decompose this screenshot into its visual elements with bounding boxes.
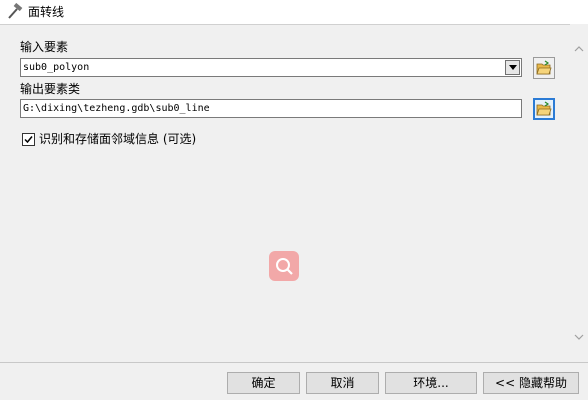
input-features-value: sub0_polyon [23,62,90,73]
chevron-down-icon [509,65,517,70]
output-feature-class-browse-button[interactable] [533,98,555,120]
input-features-label: 输入要素 [20,40,69,54]
input-features-browse-button[interactable] [533,57,555,79]
input-features-dropdown-button[interactable] [505,60,520,75]
magnifier-icon [276,258,293,275]
checkmark-icon [24,136,33,144]
input-features-combobox[interactable]: sub0_polyon [20,58,522,77]
ok-button[interactable]: 确定 [227,372,300,394]
vertical-scrollbar[interactable] [570,24,588,362]
environments-button[interactable]: 环境... [385,372,477,394]
scroll-down-icon[interactable] [574,334,584,340]
button-bar: 确定 取消 环境... << 隐藏帮助 [0,362,588,400]
identify-neighbors-checkbox[interactable] [22,133,35,146]
open-folder-icon [536,101,552,116]
title-bar: 面转线 [0,0,588,24]
output-feature-class-label: 输出要素类 [20,82,81,96]
cancel-button[interactable]: 取消 [306,372,379,394]
hide-help-button[interactable]: << 隐藏帮助 [483,372,579,394]
scroll-up-icon[interactable] [574,46,584,52]
hammer-icon [5,2,23,21]
window-title: 面转线 [28,5,65,19]
output-feature-class-value: G:\dixing\tezheng.gdb\sub0_line [23,103,210,114]
identify-neighbors-label[interactable]: 识别和存储面邻域信息 (可选) [39,132,196,146]
output-feature-class-input[interactable]: G:\dixing\tezheng.gdb\sub0_line [20,99,522,118]
open-folder-icon [536,60,552,75]
magnifier-overlay [269,251,299,281]
